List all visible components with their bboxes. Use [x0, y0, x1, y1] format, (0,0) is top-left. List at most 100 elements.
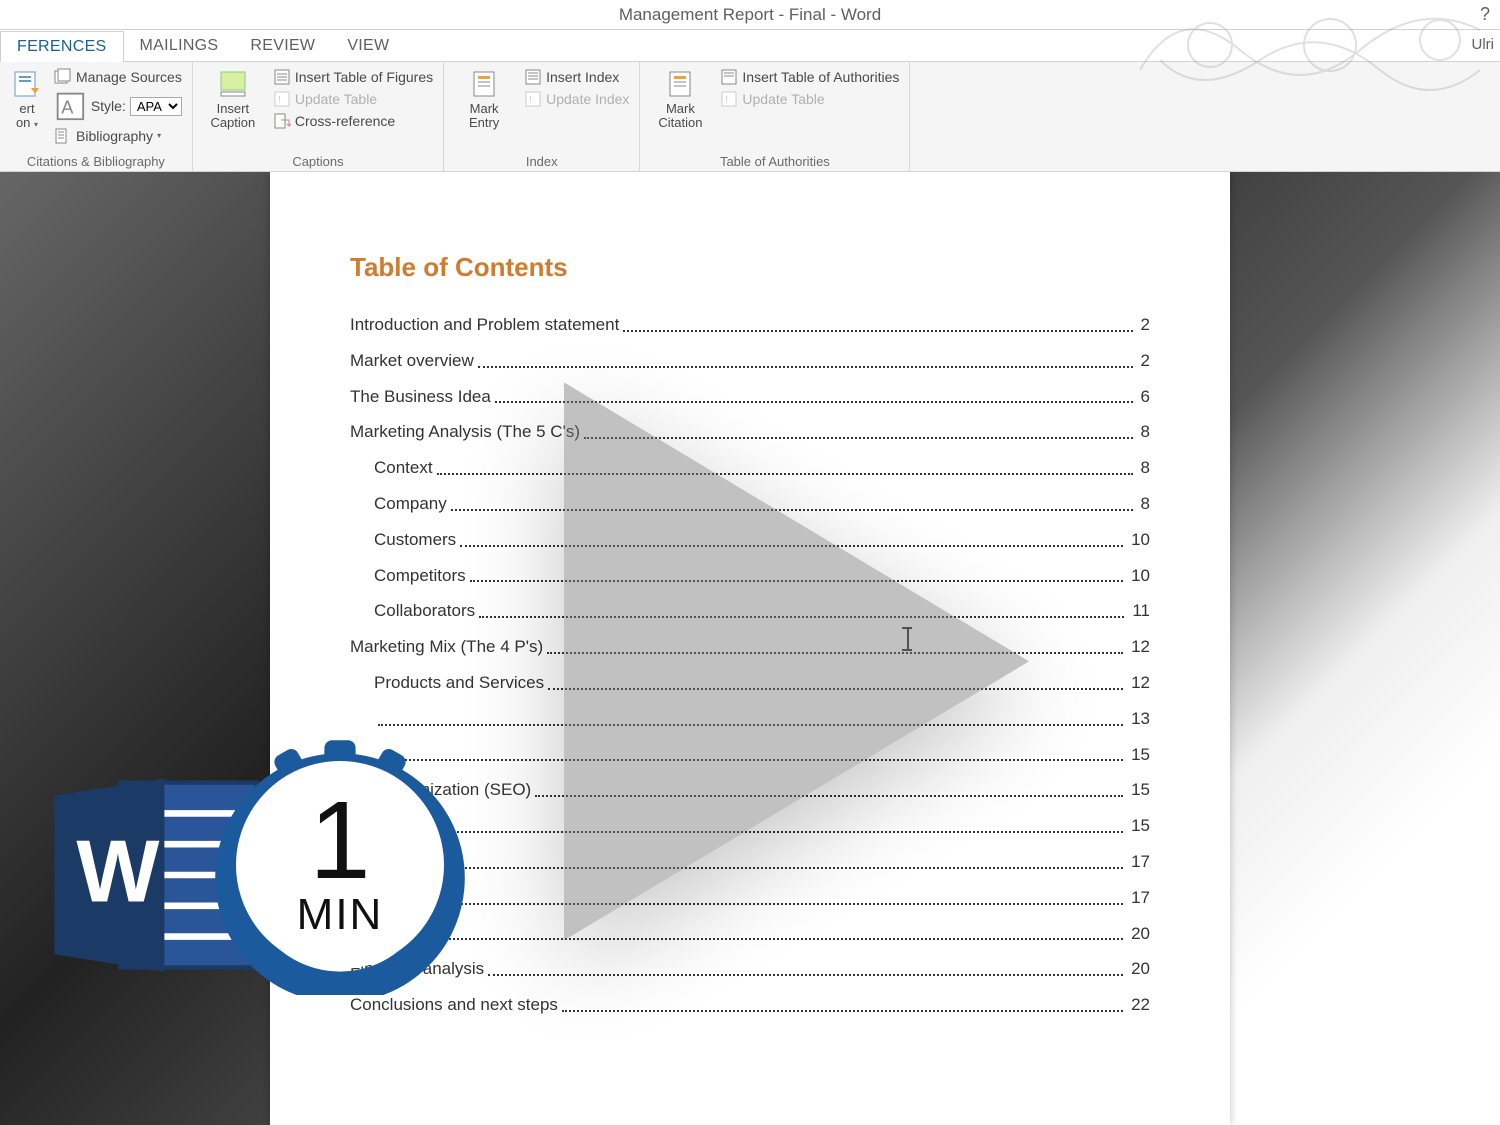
- toc-entry[interactable]: Customers10: [350, 528, 1150, 552]
- btn-label: Bibliography: [76, 128, 153, 144]
- toc-entry[interactable]: 17: [350, 886, 1150, 910]
- tab-references[interactable]: FERENCES: [0, 31, 124, 62]
- toc-leader-dots: [562, 993, 1123, 1012]
- toc-entry[interactable]: Collaborators11: [350, 599, 1150, 623]
- btn-label: Cross-reference: [295, 113, 395, 129]
- toc-entry-text: Marketing Analysis (The 5 C's): [350, 420, 580, 444]
- video-badge: W 1 MIN: [50, 735, 470, 985]
- group-title: Citations & Bibliography: [10, 152, 182, 169]
- cross-reference-icon: [273, 112, 291, 130]
- insert-table-of-figures-button[interactable]: Insert Table of Figures: [273, 68, 433, 86]
- mark-entry-icon: [468, 68, 500, 100]
- toc-entry-page: 15: [1127, 743, 1150, 767]
- toc-entry-page: 12: [1127, 671, 1150, 695]
- toc-entry[interactable]: Introduction and Problem statement 2: [350, 313, 1150, 337]
- style-dropdown[interactable]: APA: [130, 97, 182, 116]
- toc-entry[interactable]: 15: [350, 743, 1150, 767]
- toc-leader-dots: [478, 349, 1133, 368]
- stopwatch-icon: 1 MIN: [210, 735, 470, 995]
- toc-entry[interactable]: Company 8: [350, 492, 1150, 516]
- window-title: Management Report - Final - Word: [619, 5, 881, 25]
- mark-citation-button[interactable]: MarkCitation: [650, 66, 710, 152]
- insert-caption-icon: [217, 68, 249, 100]
- mark-entry-button[interactable]: MarkEntry: [454, 66, 514, 152]
- stopwatch-unit: MIN: [297, 890, 384, 940]
- group-table-of-authorities: MarkCitation Insert Table of Authorities…: [640, 62, 910, 171]
- toc-entry[interactable]: Conclusions and next steps22: [350, 993, 1150, 1017]
- btn-label: Update Table: [742, 91, 824, 107]
- toc-leader-dots: [548, 671, 1123, 690]
- ribbon-tabstrip: FERENCES MAILINGS REVIEW VIEW: [0, 30, 1500, 62]
- tab-label: REVIEW: [250, 37, 315, 54]
- user-name[interactable]: Ulri: [1472, 36, 1495, 53]
- toc-entry[interactable]: ptimization (SEO)15: [350, 778, 1150, 802]
- toc-leader-dots: [488, 957, 1123, 976]
- toc-entry-text: Customers: [350, 528, 456, 552]
- update-table-captions-button: ! Update Table: [273, 90, 433, 108]
- tab-view[interactable]: VIEW: [331, 31, 405, 61]
- toc-entry[interactable]: The Business Idea6: [350, 385, 1150, 409]
- toc-entry-text: Market overview: [350, 349, 474, 373]
- tab-label: VIEW: [347, 37, 389, 54]
- btn-label: Insert Table of Authorities: [742, 69, 899, 85]
- btn-label-line: ert: [19, 101, 34, 116]
- text-cursor-icon: [900, 627, 914, 651]
- toc-entry[interactable]: Competitors10: [350, 564, 1150, 588]
- insert-table-of-authorities-button[interactable]: Insert Table of Authorities: [720, 68, 899, 86]
- svg-text:W: W: [76, 821, 159, 920]
- insert-index-icon: [524, 68, 542, 86]
- toc-entry-text: [350, 707, 374, 731]
- toc-entry-page: 8: [1137, 456, 1150, 480]
- svg-text:A: A: [61, 97, 74, 118]
- toc-entry-page: 2: [1137, 313, 1150, 337]
- insert-toa-icon: [720, 68, 738, 86]
- btn-label-line: Entry: [469, 115, 499, 130]
- group-citations-bibliography: erton ▾ Manage Sources A Style: APA Bibl…: [0, 62, 193, 171]
- document-workspace: Table of Contents Introduction and Probl…: [0, 172, 1500, 1125]
- btn-label-line: Insert: [217, 101, 250, 116]
- toc-leader-dots: [420, 922, 1123, 941]
- toc-entry[interactable]: 13: [350, 707, 1150, 731]
- toc-entry-text: Company: [350, 492, 447, 516]
- update-icon: !: [273, 90, 291, 108]
- toc-entry-page: 17: [1127, 886, 1150, 910]
- insert-citation-button[interactable]: erton ▾: [10, 66, 44, 152]
- toc-leader-dots: [547, 635, 1123, 654]
- toc-entry-text: Competitors: [350, 564, 466, 588]
- toc-entry-text: Marketing Mix (The 4 P's): [350, 635, 543, 659]
- manage-sources-button[interactable]: Manage Sources: [54, 68, 182, 86]
- toc-entry[interactable]: Products and Services12: [350, 671, 1150, 695]
- toc-leader-dots: [584, 420, 1133, 439]
- insert-citation-icon: [11, 68, 43, 100]
- toc-entry[interactable]: Financial analysis20: [350, 957, 1150, 981]
- toc-entry[interactable]: Marketing Analysis (The 5 C's)8: [350, 420, 1150, 444]
- stopwatch-number: 1: [309, 791, 370, 890]
- toc-entry[interactable]: Marketing Mix (The 4 P's)12: [350, 635, 1150, 659]
- citation-style-selector[interactable]: A Style: APA: [54, 90, 182, 123]
- btn-label: Insert Index: [546, 69, 619, 85]
- update-index-button: ! Update Index: [524, 90, 629, 108]
- help-icon[interactable]: ?: [1480, 4, 1490, 25]
- toc-entry-page: 22: [1127, 993, 1150, 1017]
- toc-entry[interactable]: 15: [350, 814, 1150, 838]
- svg-text:!: !: [725, 95, 728, 106]
- tab-mailings[interactable]: MAILINGS: [124, 31, 235, 61]
- insert-caption-button[interactable]: InsertCaption: [203, 66, 263, 152]
- insert-index-button[interactable]: Insert Index: [524, 68, 629, 86]
- cross-reference-button[interactable]: Cross-reference: [273, 112, 433, 130]
- toc-entry-text: Introduction and Problem statement: [350, 313, 619, 337]
- group-title: Table of Authorities: [650, 152, 899, 169]
- toc-entry-page: 8: [1137, 492, 1150, 516]
- svg-text:!: !: [529, 95, 532, 106]
- tab-review[interactable]: REVIEW: [234, 31, 331, 61]
- ribbon: erton ▾ Manage Sources A Style: APA Bibl…: [0, 62, 1500, 172]
- bibliography-button[interactable]: Bibliography ▾: [54, 127, 182, 145]
- toc-leader-dots: [479, 599, 1124, 618]
- toc-entry[interactable]: Market overview2: [350, 349, 1150, 373]
- toc-entry-page: 15: [1127, 778, 1150, 802]
- toc-entry[interactable]: ns20: [350, 922, 1150, 946]
- btn-label: Insert Table of Figures: [295, 69, 433, 85]
- toc-entry[interactable]: Context8: [350, 456, 1150, 480]
- toc-entry[interactable]: ninars17: [350, 850, 1150, 874]
- btn-label: Update Index: [546, 91, 629, 107]
